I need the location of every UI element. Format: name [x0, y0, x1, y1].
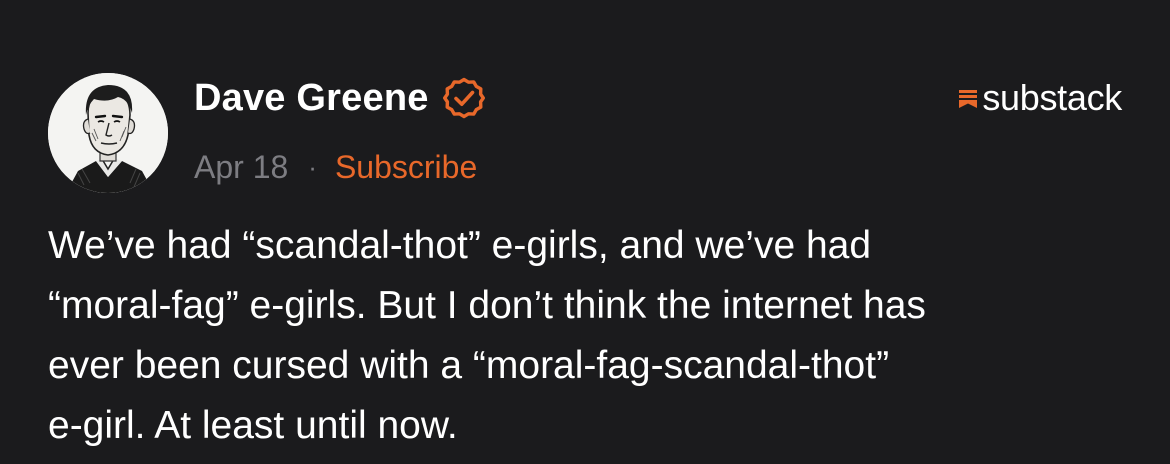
meta-separator: · [308, 151, 317, 182]
post-body-line: “moral-fag” e-girls. But I don’t think t… [48, 284, 926, 327]
author-name[interactable]: Dave Greene [194, 77, 429, 120]
portrait-sketch-avatar [48, 73, 168, 193]
post-body: We’ve had “scandal-thot” e-girls, and we… [48, 216, 1128, 456]
verified-check-badge-icon [442, 77, 485, 119]
author-row: Dave Greene [194, 74, 485, 122]
substack-brand[interactable]: substack [958, 77, 1122, 118]
post-date: Apr 18 [194, 148, 289, 185]
post-body-line: e-girl. At least until now. [48, 404, 458, 447]
substack-logo-icon [958, 87, 978, 109]
post-meta: Apr 18 · Subscribe [194, 145, 477, 189]
substack-wordmark: substack [982, 77, 1122, 118]
post-body-line: We’ve had “scandal-thot” e-girls, and we… [48, 224, 872, 267]
post-card: Dave Greene Apr 18 · Subscribe substack … [0, 0, 1170, 464]
subscribe-link[interactable]: Subscribe [335, 149, 477, 186]
post-body-line: ever been cursed with a “moral-fag-scand… [48, 344, 890, 387]
author-avatar[interactable] [48, 73, 168, 193]
